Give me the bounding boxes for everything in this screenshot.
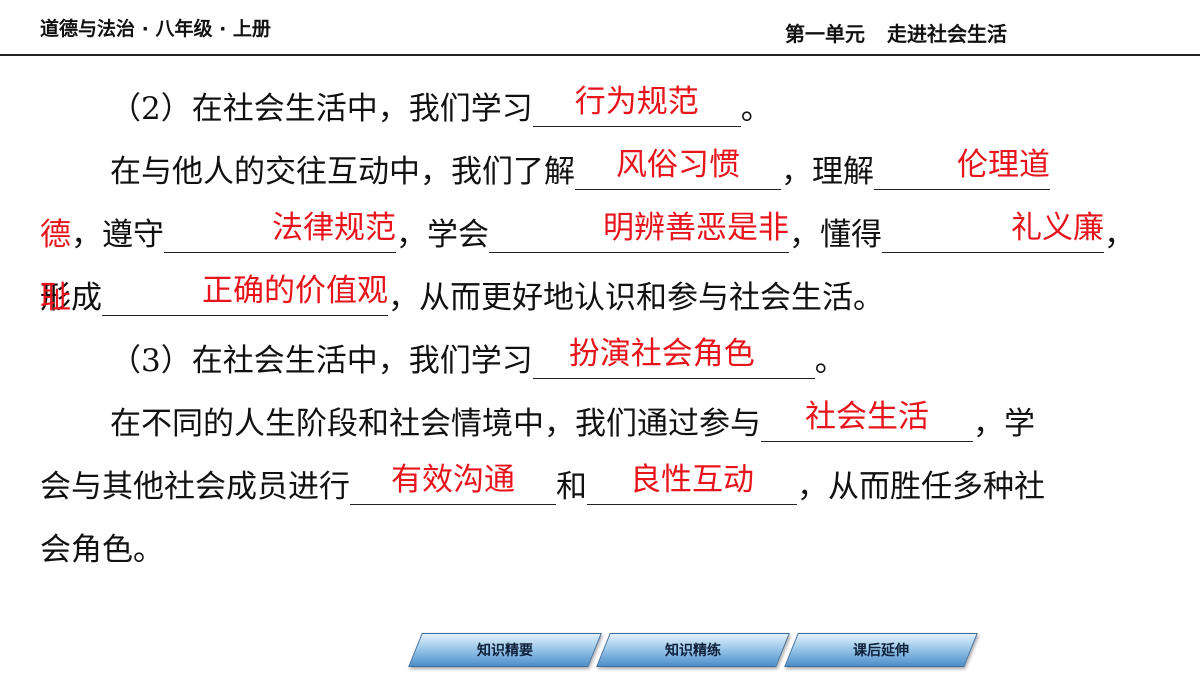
answer-5: 明辨善恶是非 bbox=[603, 210, 789, 246]
text: （2）在社会生活中，我们学习 bbox=[110, 91, 533, 127]
blank-1: 行为规范 bbox=[532, 84, 741, 127]
answer-11: 良性互动 bbox=[630, 462, 754, 498]
answer-2: 风俗习惯 bbox=[616, 147, 740, 183]
line-6: 在不同的人生阶段和社会情境中，我们通过参与 社会生活 ，学 bbox=[40, 393, 1160, 456]
button-label: 课后延伸 bbox=[853, 643, 909, 659]
text: ，遵守 bbox=[71, 217, 164, 253]
answer-7: 正确的价值观 bbox=[202, 273, 388, 309]
answer-1: 行为规范 bbox=[574, 84, 699, 120]
text: ， bbox=[1104, 217, 1135, 253]
line-2: 在与他人的交往互动中，我们了解 风俗习惯 ，理解 伦理道 bbox=[40, 141, 1160, 204]
knowledge-essentials-button[interactable]: 知识精要 bbox=[408, 633, 602, 667]
answer-3a: 伦理道 bbox=[957, 147, 1050, 183]
course-title: 道德与法治 · 八年级 · 上册 bbox=[40, 18, 271, 40]
bottom-navigation: 知识精要 知识精练 课后延伸 bbox=[408, 633, 978, 667]
line-3: 德，遵守 法律规范 ，学会 明辨善恶是非 ，懂得 礼义廉， bbox=[40, 204, 1160, 267]
answer-6b: 耻 bbox=[40, 280, 71, 316]
text: 。 bbox=[740, 91, 772, 127]
unit-number: 第一单元 bbox=[785, 22, 865, 46]
blank-8: 扮演社会角色 bbox=[532, 336, 815, 379]
answer-4: 法律规范 bbox=[272, 210, 396, 246]
after-class-extension-button[interactable]: 课后延伸 bbox=[784, 633, 978, 667]
blank-11: 良性互动 bbox=[587, 462, 797, 505]
line-7: 会与其他社会成员进行 有效沟通 和 良性互动 ，从而胜任多种社 bbox=[40, 456, 1160, 519]
blank-6: 礼义廉 bbox=[882, 210, 1104, 253]
text: 会与其他社会成员进行 bbox=[40, 469, 350, 505]
answer-10: 有效沟通 bbox=[391, 462, 515, 498]
lesson-content: （2）在社会生活中，我们学习 行为规范。 在与他人的交往互动中，我们了解 风俗习惯，… bbox=[40, 78, 1160, 582]
line-8: 会角色。 bbox=[40, 519, 1160, 582]
blank-3: 伦理道 bbox=[874, 147, 1050, 190]
text: ，从而胜任多种社 bbox=[797, 469, 1045, 505]
answer-9: 社会生活 bbox=[805, 399, 929, 435]
text: 。 bbox=[814, 343, 846, 379]
button-label: 知识精要 bbox=[477, 643, 533, 659]
blank-2: 风俗习惯 bbox=[575, 147, 781, 190]
text: 在不同的人生阶段和社会情境中，我们通过参与 bbox=[110, 406, 761, 442]
text: ，懂得 bbox=[789, 217, 882, 253]
text: ，理解 bbox=[781, 154, 874, 190]
blank-4: 法律规范 bbox=[164, 210, 396, 253]
answer-6a: 礼义廉 bbox=[1011, 210, 1104, 246]
answer-8: 扮演社会角色 bbox=[568, 336, 755, 372]
button-label: 知识精练 bbox=[665, 643, 721, 659]
blank-7: 正确的价值观 bbox=[102, 273, 388, 316]
line-4: 耻形成 正确的价值观 ，从而更好地认识和参与社会生活。 bbox=[40, 267, 1160, 330]
knowledge-practice-button[interactable]: 知识精练 bbox=[596, 633, 790, 667]
unit-title: 第一单元 走进社会生活 bbox=[785, 18, 1007, 47]
text: 在与他人的交往互动中，我们了解 bbox=[110, 154, 575, 190]
paragraph-3-line: （3）在社会生活中，我们学习 扮演社会角色 。 bbox=[40, 330, 1160, 393]
blank-10: 有效沟通 bbox=[350, 462, 556, 505]
text: 和 bbox=[556, 469, 587, 505]
text: ，学 bbox=[973, 406, 1035, 442]
text: ，学会 bbox=[396, 217, 489, 253]
blank-9: 社会生活 bbox=[761, 399, 973, 442]
paragraph-2-line: （2）在社会生活中，我们学习 行为规范 。 bbox=[40, 78, 1160, 141]
text: 会角色。 bbox=[40, 532, 164, 568]
header-divider bbox=[0, 54, 1200, 56]
page-header: 道德与法治 · 八年级 · 上册 第一单元 走进社会生活 bbox=[0, 0, 1200, 58]
blank-5: 明辨善恶是非 bbox=[489, 210, 789, 253]
unit-name: 走进社会生活 bbox=[887, 22, 1007, 46]
answer-3b: 德 bbox=[40, 217, 71, 253]
text: ，从而更好地认识和参与社会生活。 bbox=[388, 280, 884, 316]
text: （3）在社会生活中，我们学习 bbox=[110, 343, 533, 379]
